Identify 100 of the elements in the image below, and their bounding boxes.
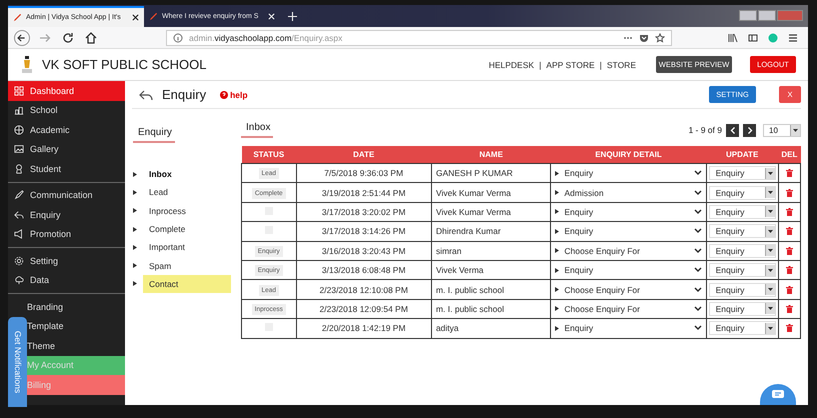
expand-triangle-icon — [555, 209, 560, 214]
next-page-button[interactable] — [743, 124, 756, 136]
delete-icon[interactable] — [786, 169, 793, 178]
pencil-icon — [149, 12, 158, 21]
expand-triangle-icon — [555, 287, 560, 292]
address-bar[interactable]: admin.vidyaschoolapp.com/Enquiry.aspx — [166, 30, 672, 46]
submenu-item[interactable]: Contact — [143, 274, 231, 294]
menu-item-icon — [14, 210, 24, 220]
new-tab-icon[interactable] — [288, 12, 297, 21]
update-select[interactable]: Enquiry — [708, 302, 776, 316]
sidebar-item[interactable]: Data — [8, 270, 125, 290]
delete-icon[interactable] — [786, 266, 793, 274]
sidebar-item[interactable]: Branding — [27, 297, 125, 316]
date-cell: 3/19/2018 2:51:44 PM — [296, 182, 432, 202]
update-select[interactable]: Enquiry — [708, 244, 776, 258]
page-title: Enquiry — [162, 87, 206, 102]
info-icon[interactable] — [173, 32, 183, 42]
delete-icon[interactable] — [786, 286, 793, 294]
dropdown-arrow-icon — [793, 128, 798, 132]
submenu-item[interactable]: Spam — [143, 256, 231, 275]
sidebar-item[interactable]: Academic — [8, 120, 125, 140]
chevron-down-icon — [694, 267, 702, 274]
delete-icon[interactable] — [786, 227, 793, 236]
menu-item-icon — [14, 256, 24, 266]
bullet-icon — [133, 208, 137, 214]
chevron-down-icon — [694, 325, 702, 332]
chevron-right-icon — [746, 126, 752, 134]
help-link[interactable]: help — [220, 90, 248, 100]
sidebar-item[interactable]: Gallery — [8, 140, 125, 159]
expand-triangle-icon — [555, 248, 560, 254]
page-size-select[interactable]: 10 — [763, 124, 801, 136]
chevron-down-icon — [694, 228, 702, 234]
delete-icon[interactable] — [786, 208, 793, 216]
bullet-icon — [133, 263, 137, 268]
update-select[interactable]: Enquiry — [708, 321, 776, 336]
back-icon[interactable] — [14, 30, 30, 46]
sidebar-item[interactable]: School — [8, 100, 125, 120]
name-cell: Vivek Kumar Verma — [431, 202, 551, 222]
star-icon[interactable] — [655, 32, 665, 42]
previous-page-button[interactable] — [726, 124, 739, 136]
column-header: UPDATE — [706, 146, 778, 164]
update-select[interactable]: Enquiry — [708, 186, 776, 200]
sidebar-item[interactable]: Setting — [8, 251, 125, 270]
dropdown-arrow-icon — [768, 172, 773, 175]
update-select[interactable]: Enquiry — [708, 204, 776, 219]
submenu-item[interactable]: Important — [143, 238, 231, 256]
submenu-item[interactable]: Lead — [143, 183, 231, 202]
dropdown-arrow-icon — [768, 210, 773, 214]
dropdown-arrow-icon — [768, 230, 773, 233]
date-cell: 3/13/2018 6:08:48 PM — [296, 260, 432, 280]
chat-icon — [772, 390, 784, 399]
menu-item-icon — [14, 164, 24, 174]
name-cell: m. I. public school — [431, 299, 551, 319]
sidebar-item[interactable]: Dashboard — [8, 81, 125, 100]
sidebar-icon[interactable] — [748, 32, 758, 42]
expand-triangle-icon — [555, 228, 560, 234]
header-link[interactable]: STORE — [606, 60, 636, 70]
sidebar-item[interactable]: Enquiry — [8, 205, 125, 224]
sidebar-item[interactable]: Template — [27, 316, 125, 336]
header-link[interactable]: HELPDESK — [488, 60, 534, 70]
date-cell: 2/23/2018 12:09:54 PM — [296, 299, 432, 319]
sidebar-item[interactable]: Student — [8, 159, 125, 178]
pocket-icon[interactable] — [639, 32, 649, 42]
submenu-item[interactable]: Inbox — [143, 165, 231, 184]
pagination-text: 1 - 9 of 9 — [688, 125, 722, 135]
menu-item-icon — [14, 86, 24, 96]
delete-icon[interactable] — [786, 188, 793, 197]
sidebar-item[interactable]: Communication — [8, 186, 125, 205]
bullet-icon — [133, 226, 137, 232]
update-select[interactable]: Enquiry — [708, 166, 776, 180]
home-icon[interactable] — [83, 30, 99, 46]
sidebar-item[interactable]: Promotion — [8, 224, 125, 244]
delete-icon[interactable] — [786, 246, 793, 255]
dropdown-arrow-icon — [768, 249, 773, 252]
close-icon[interactable] — [132, 14, 139, 21]
dropdown-arrow-icon — [768, 268, 773, 272]
menu-item-icon — [14, 190, 24, 200]
expand-triangle-icon — [555, 190, 560, 196]
update-select[interactable]: Enquiry — [708, 224, 776, 238]
name-cell: Vivek Kumar Verma — [431, 182, 551, 202]
column-header: DATE — [296, 146, 432, 164]
menu-item-icon — [14, 124, 24, 135]
expand-triangle-icon — [555, 268, 560, 273]
delete-icon[interactable] — [786, 304, 793, 313]
menu-icon[interactable] — [788, 32, 798, 42]
delete-icon[interactable] — [786, 324, 793, 332]
sidebar-item[interactable]: Theme — [27, 336, 125, 356]
library-icon[interactable] — [728, 32, 738, 42]
submenu-item[interactable]: Complete — [143, 220, 231, 238]
column-header: ENQUIRY DETAIL — [550, 146, 706, 164]
update-select[interactable]: Enquiry — [708, 263, 776, 278]
expand-triangle-icon — [555, 170, 560, 176]
header-link[interactable]: APP STORE — [546, 60, 595, 70]
submenu-item[interactable]: Inprocess — [143, 202, 231, 220]
update-select[interactable]: Enquiry — [708, 282, 776, 297]
chevron-down-icon — [694, 248, 702, 254]
bullet-icon — [133, 281, 137, 286]
name-cell: GANESH P KUMAR — [431, 164, 551, 183]
name-cell: aditya — [431, 318, 551, 338]
column-header: NAME — [431, 146, 551, 164]
